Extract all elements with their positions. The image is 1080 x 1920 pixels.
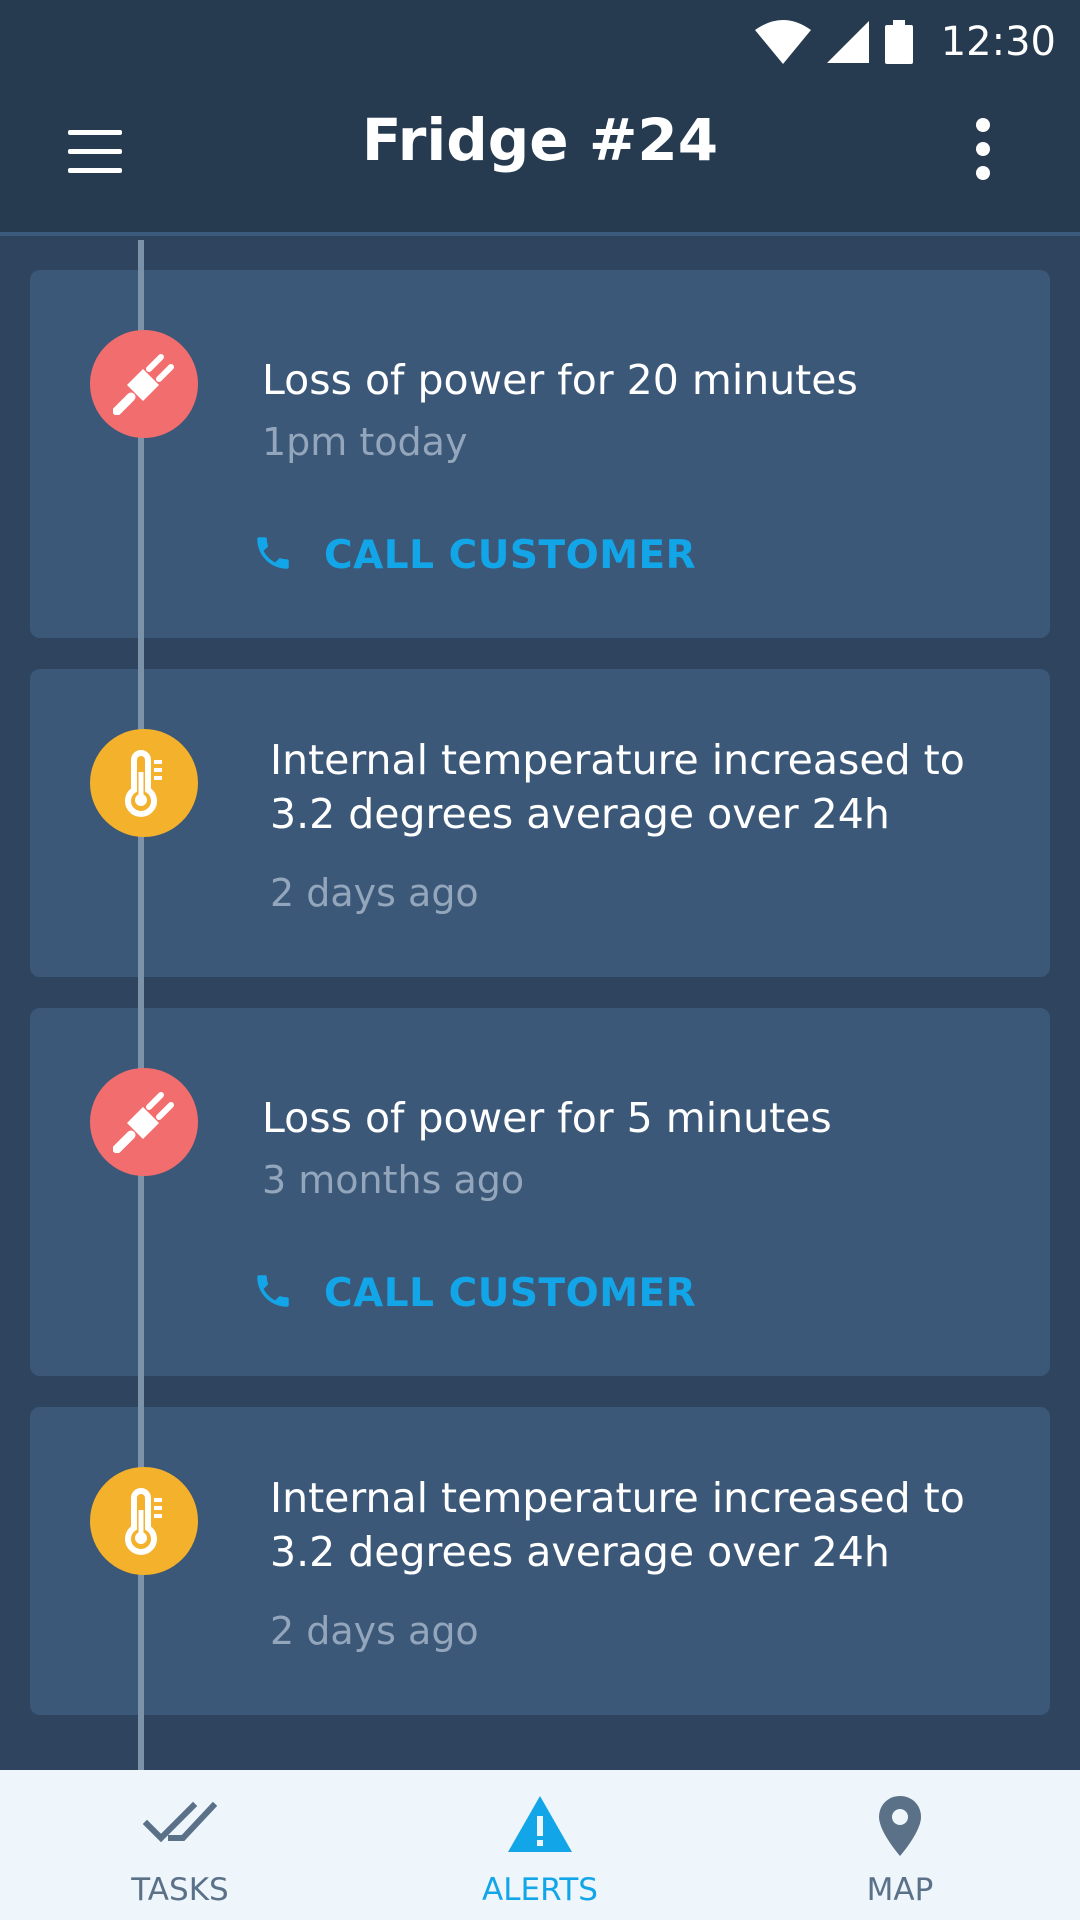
alert-time: 3 months ago — [262, 1158, 525, 1202]
nav-label: TASKS — [131, 1872, 229, 1908]
call-customer-button[interactable]: CALL CUSTOMER — [252, 1270, 696, 1316]
alert-title-line: Internal temperature increased to — [270, 1474, 965, 1522]
call-customer-button[interactable]: CALL CUSTOMER — [252, 532, 696, 578]
phone-icon — [252, 1270, 294, 1316]
alert-card[interactable]: Internal temperature increased to 3.2 de… — [30, 669, 1050, 977]
status-icons: 12:30 — [754, 12, 1056, 72]
alert-card[interactable]: Internal temperature increased to 3.2 de… — [30, 1407, 1050, 1715]
alert-time: 2 days ago — [270, 871, 479, 915]
plug-icon — [90, 1068, 198, 1176]
thermometer-icon — [90, 729, 198, 837]
alert-card[interactable]: Loss of power for 20 minutes 1pm today C… — [30, 270, 1050, 638]
more-vert-icon[interactable] — [956, 116, 1012, 196]
alert-title-line: 3.2 degrees average over 24h — [270, 790, 890, 838]
alert-time: 1pm today — [262, 420, 468, 464]
double-check-icon — [50, 1794, 310, 1864]
battery-icon — [884, 20, 913, 64]
wifi-icon — [754, 20, 811, 64]
nav-alerts[interactable]: ALERTS — [410, 1770, 670, 1920]
app-bar: Fridge #24 — [0, 80, 1080, 232]
map-pin-icon — [770, 1794, 1030, 1864]
alert-title-line: Internal temperature increased to — [270, 736, 965, 784]
alert-time: 2 days ago — [270, 1609, 479, 1653]
alert-title: Internal temperature increased to 3.2 de… — [270, 733, 965, 841]
call-customer-label: CALL CUSTOMER — [324, 532, 697, 578]
alert-card[interactable]: Loss of power for 5 minutes 3 months ago… — [30, 1008, 1050, 1376]
page-title: Fridge #24 — [361, 106, 719, 174]
nav-label: MAP — [866, 1872, 934, 1908]
phone-icon — [252, 532, 294, 578]
plug-icon — [90, 330, 198, 438]
bottom-navigation: TASKS ALERTS MAP — [0, 1770, 1080, 1920]
call-customer-label: CALL CUSTOMER — [324, 1270, 697, 1316]
thermometer-icon — [90, 1467, 198, 1575]
nav-map[interactable]: MAP — [770, 1770, 1030, 1920]
warning-icon — [410, 1794, 670, 1864]
nav-label: ALERTS — [482, 1872, 598, 1908]
nav-tasks[interactable]: TASKS — [50, 1770, 310, 1920]
alert-title: Loss of power for 20 minutes — [262, 356, 858, 404]
status-time: 12:30 — [940, 19, 1056, 65]
signal-icon — [826, 21, 869, 63]
status-bar: 12:30 — [0, 0, 1080, 80]
alert-title: Internal temperature increased to 3.2 de… — [270, 1471, 965, 1579]
app-bar-divider — [0, 232, 1080, 236]
alert-title: Loss of power for 5 minutes — [262, 1094, 832, 1142]
alert-title-line: 3.2 degrees average over 24h — [270, 1528, 890, 1576]
